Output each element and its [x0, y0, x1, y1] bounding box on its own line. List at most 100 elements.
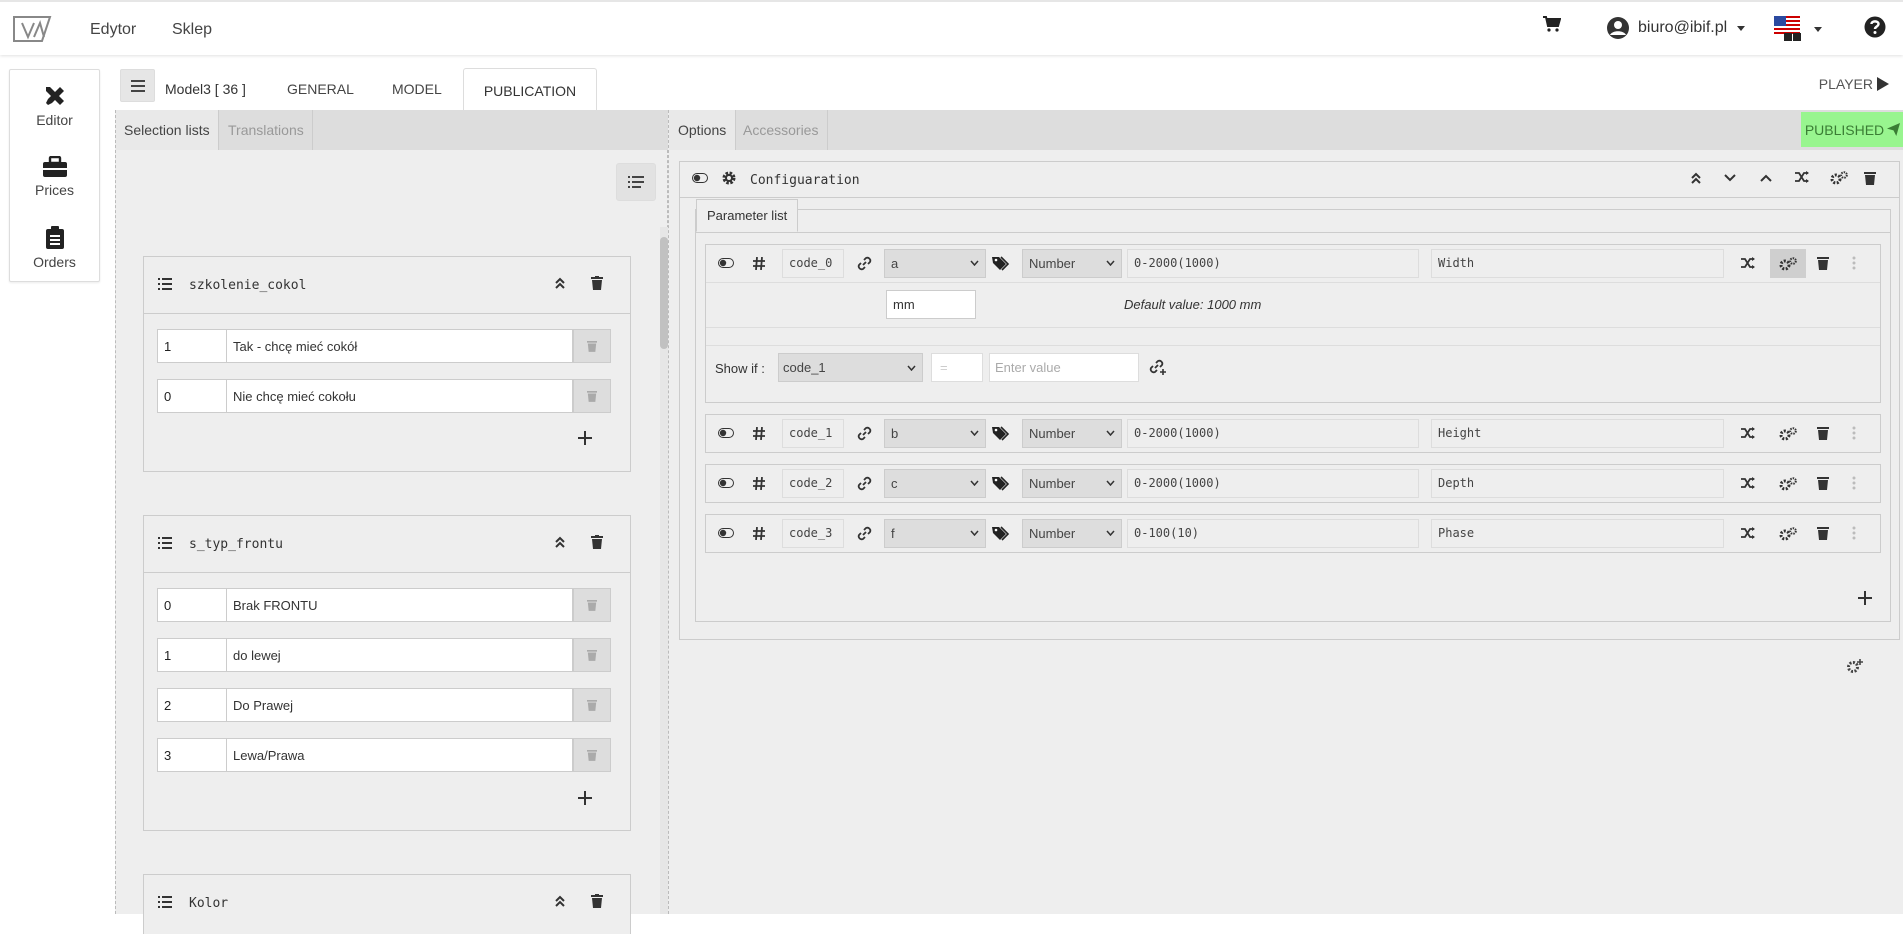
- row-code-input[interactable]: 0: [157, 379, 227, 413]
- parameter-code-field[interactable]: code_1: [782, 419, 844, 448]
- cart-icon[interactable]: [1543, 16, 1561, 32]
- parameter-code-field[interactable]: code_3: [782, 519, 844, 548]
- tab-options[interactable]: Options: [669, 110, 737, 150]
- show-if-value-input[interactable]: Enter value: [989, 353, 1139, 382]
- tags-icon[interactable]: [992, 256, 1010, 271]
- variable-select[interactable]: b: [884, 419, 986, 448]
- scrollbar[interactable]: [660, 227, 668, 914]
- nav-edytor-link[interactable]: Edytor: [90, 21, 136, 39]
- tags-icon[interactable]: [992, 426, 1010, 441]
- tab-model[interactable]: MODEL: [392, 81, 442, 97]
- row-label-input[interactable]: do lewej: [226, 638, 573, 672]
- help-icon[interactable]: [1864, 16, 1886, 38]
- delete-row-button[interactable]: [573, 738, 611, 772]
- name-field[interactable]: Depth: [1431, 469, 1724, 498]
- delete-row-button[interactable]: [573, 588, 611, 622]
- gears-icon[interactable]: [1779, 477, 1797, 491]
- type-select[interactable]: Number: [1022, 419, 1122, 448]
- trash-icon[interactable]: [1817, 526, 1829, 540]
- link-icon[interactable]: [857, 426, 872, 441]
- range-field[interactable]: 0-2000(1000): [1127, 419, 1419, 448]
- trash-icon[interactable]: [1817, 426, 1829, 440]
- variable-select[interactable]: f: [884, 519, 986, 548]
- tab-parameter-list[interactable]: Parameter list: [696, 199, 799, 232]
- tab-general[interactable]: GENERAL: [287, 81, 354, 97]
- tags-icon[interactable]: [992, 526, 1010, 541]
- trash-icon[interactable]: [1864, 171, 1876, 185]
- list-view-button[interactable]: [616, 163, 656, 201]
- nav-sklep-link[interactable]: Sklep: [172, 21, 212, 39]
- unit-input[interactable]: mm: [886, 290, 976, 319]
- shuffle-icon[interactable]: [1741, 477, 1755, 489]
- name-field[interactable]: Width: [1431, 249, 1724, 278]
- add-parameter-icon[interactable]: [1858, 591, 1872, 605]
- add-settings-icon[interactable]: [1846, 659, 1864, 675]
- sidebar-item-orders[interactable]: Orders: [10, 212, 99, 283]
- drag-handle-icon[interactable]: [1852, 256, 1856, 270]
- tab-publication[interactable]: PUBLICATION: [463, 68, 597, 112]
- sidebar-item-editor[interactable]: Editor: [10, 70, 99, 141]
- show-if-select[interactable]: code_1: [778, 353, 923, 382]
- trash-icon[interactable]: [1817, 256, 1829, 270]
- row-code-input[interactable]: 1: [157, 329, 227, 363]
- gears-icon[interactable]: [1830, 171, 1848, 185]
- chevron-down-icon[interactable]: [1724, 174, 1736, 182]
- toggle-icon[interactable]: [692, 173, 708, 183]
- delete-row-button[interactable]: [573, 329, 611, 363]
- add-link-icon[interactable]: [1149, 359, 1167, 375]
- sidebar-item-prices[interactable]: Prices: [10, 141, 99, 212]
- operator-field[interactable]: =: [931, 353, 983, 382]
- type-select[interactable]: Number: [1022, 519, 1122, 548]
- gears-icon[interactable]: [1779, 427, 1797, 441]
- drag-handle-icon[interactable]: [1852, 526, 1856, 540]
- parameter-settings-button[interactable]: [1770, 249, 1806, 278]
- row-label-input[interactable]: Lewa/Prawa: [226, 738, 573, 772]
- published-button[interactable]: PUBLISHED: [1801, 112, 1903, 147]
- row-label-input[interactable]: Brak FRONTU: [226, 588, 573, 622]
- row-code-input[interactable]: 3: [157, 738, 227, 772]
- trash-icon[interactable]: [1817, 476, 1829, 490]
- scrollbar-thumb[interactable]: [660, 237, 668, 349]
- toggle-icon[interactable]: [718, 258, 734, 268]
- variable-select[interactable]: a: [884, 249, 986, 278]
- shuffle-icon[interactable]: [1741, 257, 1755, 269]
- type-select[interactable]: Number: [1022, 469, 1122, 498]
- chevron-up-icon[interactable]: [1760, 174, 1772, 182]
- toggle-icon[interactable]: [718, 428, 734, 438]
- gear-icon[interactable]: [722, 171, 736, 185]
- shuffle-icon[interactable]: [1741, 427, 1755, 439]
- tags-icon[interactable]: [992, 476, 1010, 491]
- name-field[interactable]: Phase: [1431, 519, 1724, 548]
- user-menu[interactable]: biuro@ibif.pl: [1606, 16, 1746, 40]
- row-code-input[interactable]: 2: [157, 688, 227, 722]
- row-code-input[interactable]: 1: [157, 638, 227, 672]
- row-code-input[interactable]: 0: [157, 588, 227, 622]
- double-chevron-up-icon[interactable]: [1690, 171, 1702, 185]
- delete-row-button[interactable]: [573, 638, 611, 672]
- link-icon[interactable]: [857, 256, 872, 271]
- parameter-code-field[interactable]: code_2: [782, 469, 844, 498]
- logo[interactable]: [12, 15, 52, 43]
- type-select[interactable]: Number: [1022, 249, 1122, 278]
- link-icon[interactable]: [857, 476, 872, 491]
- hamburger-menu-button[interactable]: [120, 69, 155, 102]
- range-field[interactable]: 0-2000(1000): [1127, 469, 1419, 498]
- gears-icon[interactable]: [1779, 527, 1797, 541]
- tab-selection-lists[interactable]: Selection lists: [116, 110, 219, 150]
- add-row-icon[interactable]: [578, 431, 592, 445]
- tab-accessories[interactable]: Accessories: [734, 110, 829, 150]
- delete-row-button[interactable]: [573, 688, 611, 722]
- player-button[interactable]: PLAYER: [1819, 76, 1889, 92]
- toggle-icon[interactable]: [718, 528, 734, 538]
- variable-select[interactable]: c: [884, 469, 986, 498]
- link-icon[interactable]: [857, 526, 872, 541]
- drag-handle-icon[interactable]: [1852, 426, 1856, 440]
- row-label-input[interactable]: Nie chcę mieć cokołu: [226, 379, 573, 413]
- delete-row-button[interactable]: [573, 379, 611, 413]
- parameter-code-field[interactable]: code_0: [782, 249, 844, 278]
- range-field[interactable]: 0-100(10): [1127, 519, 1419, 548]
- range-field[interactable]: 0-2000(1000): [1127, 249, 1419, 278]
- shuffle-icon[interactable]: [1795, 171, 1809, 183]
- drag-handle-icon[interactable]: [1852, 476, 1856, 490]
- row-label-input[interactable]: Tak - chcę mieć cokół: [226, 329, 573, 363]
